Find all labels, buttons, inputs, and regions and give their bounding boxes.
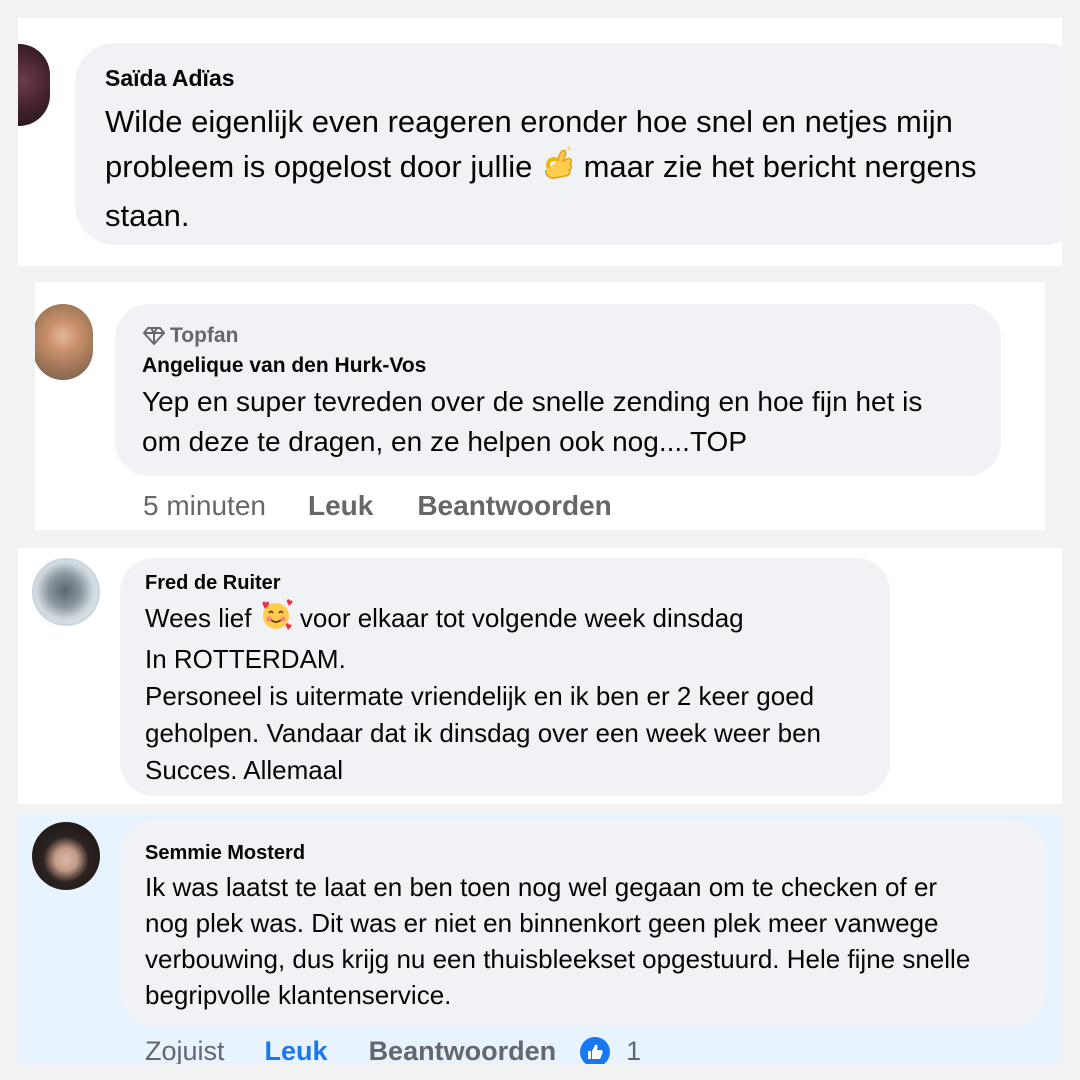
reaction-count: 1 <box>626 1036 642 1064</box>
diamond-icon <box>143 327 165 345</box>
topfan-badge: Topfan <box>143 324 238 348</box>
comment-text: Wees lief voor elkaar tot volgende week … <box>145 599 885 789</box>
comment-text: Wilde eigenlijk even reageren eronder ho… <box>105 99 1062 238</box>
comment-actions: 5 minuten Leuk Beantwoorden <box>143 490 656 522</box>
comment-author[interactable]: Angelique van den Hurk-Vos <box>142 354 426 378</box>
ok-hand-emoji <box>541 145 575 193</box>
comment-text: Yep en super tevreden over de snelle zen… <box>142 386 923 457</box>
comment-text-part: Wees lief <box>145 603 259 633</box>
comment-bubble: Topfan Angelique van den Hurk-Vos Yep en… <box>115 304 1001 476</box>
avatar[interactable] <box>32 558 100 626</box>
reaction-summary[interactable]: 1 <box>580 1036 641 1064</box>
comment-author[interactable]: Semmie Mosterd <box>145 842 305 865</box>
reply-button[interactable]: Beantwoorden <box>417 490 611 522</box>
avatar[interactable] <box>18 44 50 126</box>
comment-fred: Fred de Ruiter Wees lief voor elkaar tot… <box>18 548 1062 804</box>
comment-saida: Saïda Adïas Wilde eigenlijk even reagere… <box>18 18 1062 266</box>
badge-label: Topfan <box>170 324 239 347</box>
comment-text: Ik was laatst te laat en ben toen nog we… <box>145 872 971 1010</box>
comment-angelique: Topfan Angelique van den Hurk-Vos Yep en… <box>35 282 1045 530</box>
avatar[interactable] <box>35 304 93 380</box>
comment-author[interactable]: Fred de Ruiter <box>145 572 281 595</box>
smiling-face-with-hearts-emoji <box>259 599 293 641</box>
comment-timestamp[interactable]: Zojuist <box>145 1036 225 1064</box>
comment-author[interactable]: Saïda Adïas <box>105 65 235 92</box>
comment-timestamp[interactable]: 5 minuten <box>143 490 266 522</box>
comment-semmie: Semmie Mosterd Ik was laatst te laat en … <box>18 814 1062 1064</box>
comment-bubble: Saïda Adïas Wilde eigenlijk even reagere… <box>75 43 1062 245</box>
reply-button[interactable]: Beantwoorden <box>369 1036 557 1064</box>
comment-actions: Zojuist Leuk Beantwoorden 1 <box>145 1036 641 1064</box>
like-button[interactable]: Leuk <box>308 490 373 522</box>
like-button[interactable]: Leuk <box>265 1036 328 1064</box>
comment-bubble: Semmie Mosterd Ik was laatst te laat en … <box>120 820 1046 1026</box>
avatar[interactable] <box>32 822 100 890</box>
thumbs-up-icon <box>580 1036 611 1064</box>
comment-bubble: Fred de Ruiter Wees lief voor elkaar tot… <box>120 558 890 796</box>
